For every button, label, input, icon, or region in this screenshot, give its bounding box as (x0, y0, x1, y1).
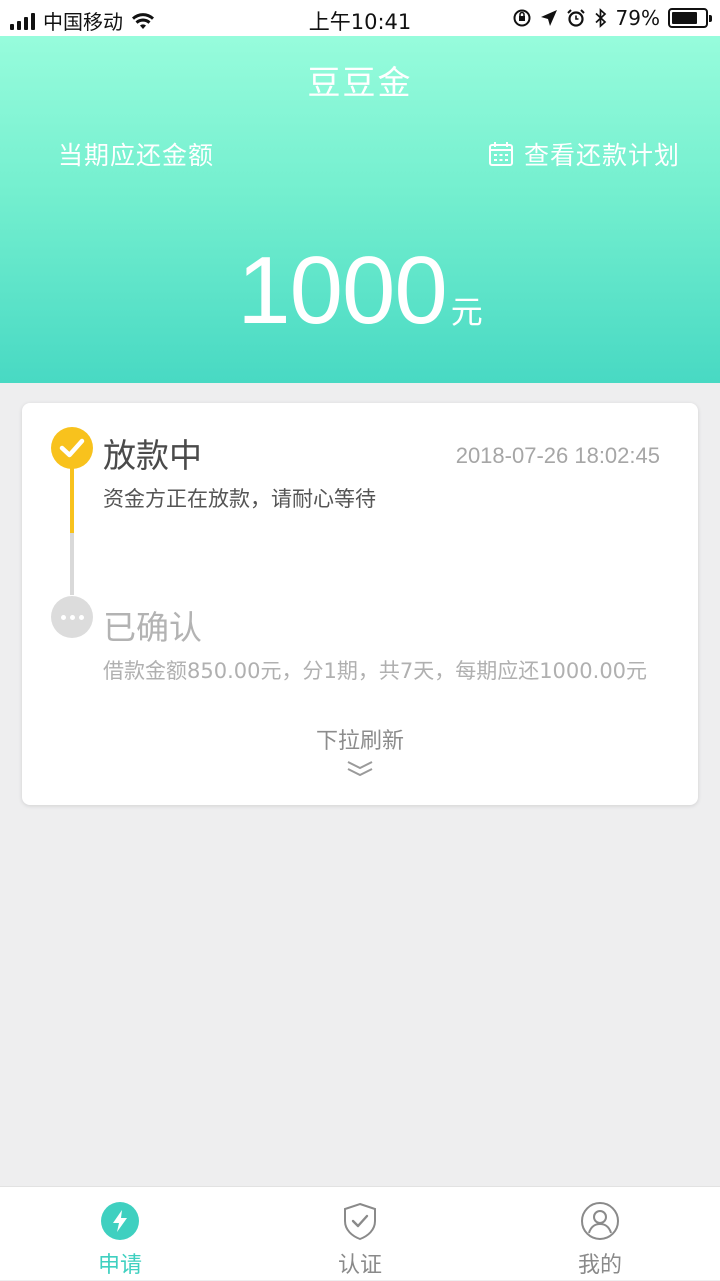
due-amount-label: 当期应还金额 (58, 141, 215, 170)
double-chevron-down-icon (347, 761, 373, 777)
orientation-lock-icon (513, 9, 531, 27)
timeline-line (70, 533, 74, 595)
more-dots-icon (51, 596, 93, 638)
due-amount-value: 1000 (237, 237, 448, 344)
location-icon (540, 10, 557, 26)
battery-icon (668, 8, 712, 28)
step-desc: 资金方正在放款，请耐心等待 (103, 487, 376, 511)
bluetooth-icon (594, 8, 606, 28)
page-title: 豆豆金 (307, 63, 413, 102)
step-time: 2018-07-26 18:02:45 (455, 443, 660, 468)
tab-bar: 申请 认证 我的 (0, 1186, 720, 1280)
pull-refresh-hint: 下拉刷新 (315, 729, 404, 754)
tab-apply[interactable]: 申请 (0, 1187, 240, 1281)
tab-apply-label: 申请 (97, 1253, 142, 1278)
check-icon (51, 427, 93, 469)
view-plan-label: 查看还款计划 (523, 141, 680, 170)
due-amount: 1000 元 (0, 236, 720, 346)
shield-check-icon (344, 1202, 376, 1241)
battery-fill (672, 12, 698, 24)
lightning-icon (101, 1202, 139, 1240)
timeline-active-line (70, 465, 74, 533)
battery-percent: 79% (615, 6, 660, 30)
tab-mine-label: 我的 (577, 1253, 622, 1278)
tab-auth-label: 认证 (337, 1253, 382, 1278)
step-desc: 借款金额850.00元，分1期，共7天，每期应还1000.00元 (103, 659, 648, 683)
view-plan-link[interactable]: 查看还款计划 (488, 136, 680, 172)
status-bar: 中国移动 上午10:41 79% (0, 0, 720, 36)
calendar-icon (488, 142, 513, 166)
status-right: 79% (512, 6, 712, 30)
tab-mine[interactable]: 我的 (480, 1187, 720, 1281)
alarm-icon (566, 9, 585, 27)
step-title: 已确认 (103, 608, 202, 647)
repayment-header: 豆豆金 当期应还金额 查看还款计划 1000 元 (0, 36, 720, 383)
due-amount-unit: 元 (450, 293, 483, 331)
loan-progress-card: 放款中 2018-07-26 18:02:45 资金方正在放款，请耐心等待 已确… (22, 403, 698, 805)
tab-auth[interactable]: 认证 (240, 1187, 480, 1281)
user-icon (581, 1202, 619, 1240)
step-title: 放款中 (103, 436, 202, 475)
